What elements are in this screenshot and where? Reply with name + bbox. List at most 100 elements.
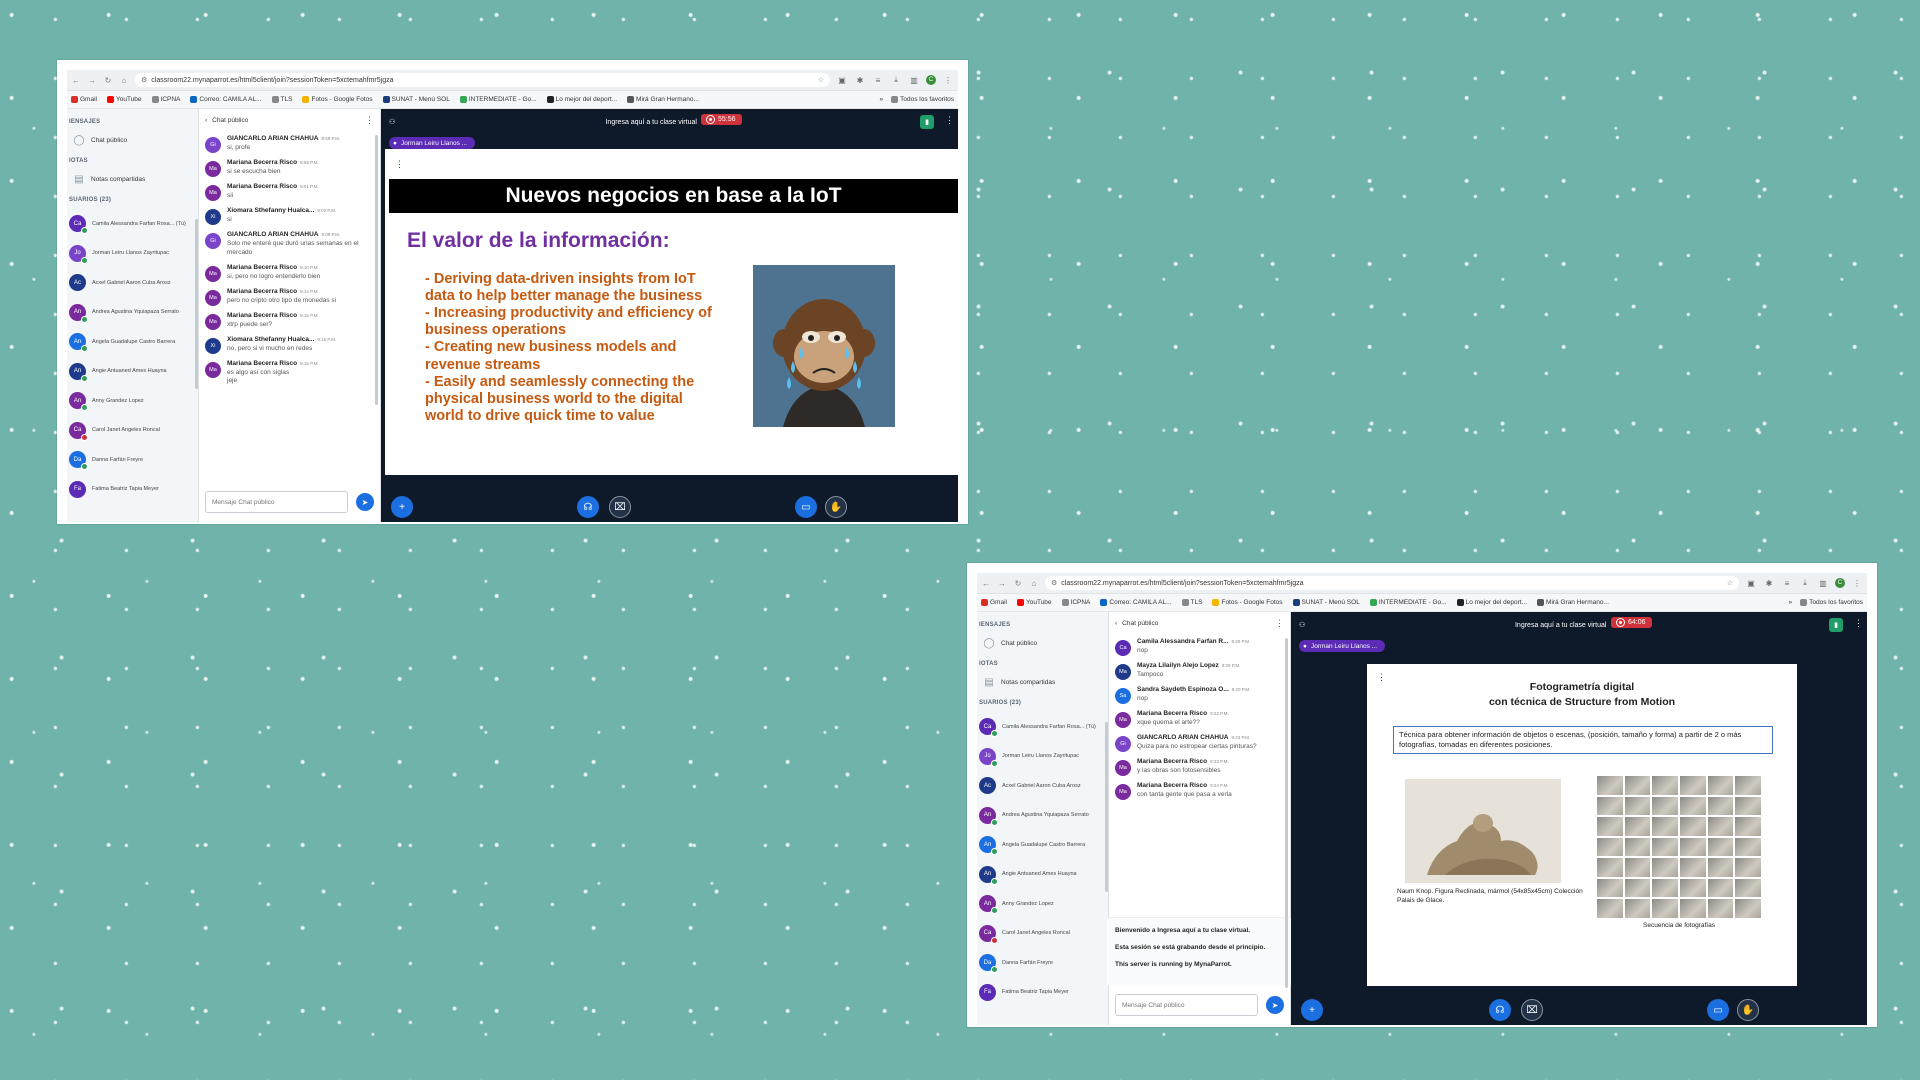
reload-icon[interactable]: ↻ bbox=[1013, 579, 1023, 588]
address-bar[interactable]: ⚙ classroom22.mynaparrot.es/html5client/… bbox=[135, 73, 830, 87]
bookmark-item[interactable]: Lo mejor del deport... bbox=[1456, 599, 1527, 606]
slide-menu-icon[interactable]: ⋮ bbox=[395, 159, 404, 170]
user-list-item[interactable]: An Angela Guadalupe Castro Barrera bbox=[67, 327, 198, 357]
user-list-item[interactable]: Ca Carol Janet Angeles Roncal bbox=[977, 919, 1108, 949]
forward-icon[interactable]: → bbox=[997, 579, 1007, 588]
chat-input[interactable]: Mensaje Chat público bbox=[205, 491, 348, 513]
forward-icon[interactable]: → bbox=[87, 76, 97, 85]
bookmark-item[interactable]: Gmail bbox=[981, 599, 1007, 606]
scrollbar[interactable] bbox=[195, 219, 198, 389]
extension-icon[interactable]: ▣ bbox=[836, 76, 848, 85]
user-list-item[interactable]: Fa Fatima Beatriz Tapia Meyer bbox=[67, 475, 198, 505]
user-list-item[interactable]: An Angie Antuaned Ames Huayna bbox=[977, 860, 1108, 890]
user-list-item[interactable]: Ca Camila Alessandra Farfan Rosa... (Tú) bbox=[67, 209, 198, 239]
raise-hand-button[interactable]: ✋ bbox=[1737, 999, 1759, 1021]
reload-icon[interactable]: ↻ bbox=[103, 76, 113, 85]
media-icon[interactable]: ≡ bbox=[872, 76, 884, 85]
bookmark-star-icon[interactable]: ☆ bbox=[1727, 579, 1733, 587]
bookmark-item[interactable]: Mirá Gran Hermano... bbox=[627, 96, 699, 103]
connection-icon[interactable]: ▮ bbox=[920, 115, 934, 129]
public-chat-item[interactable]: ◯ Chat público bbox=[67, 131, 198, 154]
extension-icon[interactable]: ▣ bbox=[1745, 579, 1757, 588]
chevron-left-icon[interactable]: ‹ bbox=[205, 117, 207, 124]
download-icon[interactable]: ⤓ bbox=[890, 75, 902, 85]
bookmark-item[interactable]: INTERMEDIATE - Go... bbox=[1369, 599, 1447, 606]
bookmark-item[interactable]: Lo mejor del deport... bbox=[546, 96, 617, 103]
more-options-icon[interactable]: ⋮ bbox=[1275, 618, 1284, 629]
actions-button[interactable]: + bbox=[391, 496, 413, 518]
user-icon[interactable]: ⚇ bbox=[389, 118, 395, 126]
media-icon[interactable]: ≡ bbox=[1781, 579, 1793, 588]
bookmark-star-icon[interactable]: ☆ bbox=[818, 76, 824, 84]
public-chat-item[interactable]: ◯ Chat público bbox=[977, 634, 1108, 657]
actions-button[interactable]: + bbox=[1301, 999, 1323, 1021]
user-list-item[interactable]: An Andrea Agustina Yquiapaza Serrato bbox=[977, 801, 1108, 831]
send-button[interactable]: ➤ bbox=[356, 493, 374, 511]
more-options-icon[interactable]: ⋮ bbox=[365, 115, 374, 126]
browser-menu-icon[interactable]: ⋮ bbox=[942, 76, 954, 85]
recording-indicator[interactable]: 55:56 bbox=[701, 114, 742, 125]
user-list-item[interactable]: Ca Carol Janet Angeles Roncal bbox=[67, 416, 198, 446]
user-list-item[interactable]: Da Danna Farfán Freyre bbox=[977, 948, 1108, 978]
user-list-item[interactable]: Jo Jorman Leiru Llanos Zayritupac bbox=[977, 742, 1108, 772]
user-icon[interactable]: ⚇ bbox=[1299, 621, 1305, 629]
address-bar[interactable]: ⚙ classroom22.mynaparrot.es/html5client/… bbox=[1045, 576, 1739, 590]
options-icon[interactable]: ⋮ bbox=[945, 115, 954, 126]
home-icon[interactable]: ⌂ bbox=[119, 76, 129, 85]
audio-button[interactable]: ☊ bbox=[577, 496, 599, 518]
user-list-item[interactable]: An Angela Guadalupe Castro Barrera bbox=[977, 830, 1108, 860]
bookmark-item[interactable]: INTERMEDIATE - Go... bbox=[459, 96, 537, 103]
user-list-item[interactable]: Ac Acxel Gabriel Aaron Cuba Arosz bbox=[977, 771, 1108, 801]
bookmark-item[interactable]: Fotos - Google Fotos bbox=[302, 96, 373, 103]
user-list-item[interactable]: An Anny Grandez Lopez bbox=[977, 889, 1108, 919]
bookmark-item[interactable]: Correo: CAMILA AL... bbox=[1100, 599, 1172, 606]
bookmark-item[interactable]: TLS bbox=[271, 96, 292, 103]
chevron-left-icon[interactable]: ‹ bbox=[1115, 620, 1117, 627]
bookmarks-overflow[interactable]: » bbox=[1789, 599, 1793, 606]
puzzle-icon[interactable]: ✱ bbox=[1763, 579, 1775, 588]
bookmark-item[interactable]: SUNAT - Menú SOL bbox=[1292, 599, 1360, 606]
site-info-icon[interactable]: ⚙ bbox=[1051, 579, 1057, 587]
audio-button[interactable]: ☊ bbox=[1489, 999, 1511, 1021]
presentation-button[interactable]: ▭ bbox=[795, 496, 817, 518]
user-list-item[interactable]: Ca Camila Alessandra Farfan Rosa... (Tú) bbox=[977, 712, 1108, 742]
options-icon[interactable]: ⋮ bbox=[1854, 618, 1863, 629]
bookmark-item[interactable]: ICPNA bbox=[1061, 599, 1090, 606]
scrollbar[interactable] bbox=[1105, 722, 1108, 892]
send-button[interactable]: ➤ bbox=[1266, 996, 1284, 1014]
raise-hand-button[interactable]: ✋ bbox=[825, 496, 847, 518]
user-list-item[interactable]: An Anny Grandez Lopez bbox=[67, 386, 198, 416]
bookmark-item[interactable]: Fotos - Google Fotos bbox=[1212, 599, 1283, 606]
presentation-button[interactable]: ▭ bbox=[1707, 999, 1729, 1021]
bookmark-item[interactable]: YouTube bbox=[106, 96, 142, 103]
recording-indicator[interactable]: 64:06 bbox=[1611, 617, 1652, 628]
back-icon[interactable]: ← bbox=[71, 76, 81, 85]
shared-notes-item[interactable]: ▤ Notas compartidas bbox=[67, 170, 198, 193]
bookmark-item[interactable]: YouTube bbox=[1016, 599, 1052, 606]
download-icon[interactable]: ⤓ bbox=[1799, 578, 1811, 588]
camera-button[interactable]: ⌧ bbox=[1521, 999, 1543, 1021]
split-icon[interactable]: ▥ bbox=[1817, 579, 1829, 588]
bookmark-item[interactable]: Mirá Gran Hermano... bbox=[1537, 599, 1609, 606]
all-bookmarks[interactable]: Todos los favoritos bbox=[1800, 599, 1863, 606]
user-list-item[interactable]: Jo Jorman Leiru Llanos Zayritupac bbox=[67, 239, 198, 269]
bookmarks-overflow[interactable]: » bbox=[880, 96, 884, 103]
user-list-item[interactable]: Da Danna Farfán Freyre bbox=[67, 445, 198, 475]
profile-avatar[interactable]: C bbox=[926, 75, 936, 85]
bookmark-item[interactable]: ICPNA bbox=[151, 96, 180, 103]
chat-input[interactable]: Mensaje Chat público bbox=[1115, 994, 1258, 1016]
bookmark-item[interactable]: TLS bbox=[1181, 599, 1202, 606]
site-info-icon[interactable]: ⚙ bbox=[141, 76, 147, 84]
user-list-item[interactable]: An Andrea Agustina Yquiapaza Serrato bbox=[67, 298, 198, 328]
connection-icon[interactable]: ▮ bbox=[1829, 618, 1843, 632]
scrollbar[interactable] bbox=[375, 135, 378, 405]
all-bookmarks[interactable]: Todos los favoritos bbox=[891, 96, 954, 103]
puzzle-icon[interactable]: ✱ bbox=[854, 76, 866, 85]
camera-button[interactable]: ⌧ bbox=[609, 496, 631, 518]
home-icon[interactable]: ⌂ bbox=[1029, 579, 1039, 588]
bookmark-item[interactable]: SUNAT - Menú SOL bbox=[382, 96, 450, 103]
back-icon[interactable]: ← bbox=[981, 579, 991, 588]
user-list-item[interactable]: Ac Acxel Gabriel Aaron Cuba Arosz bbox=[67, 268, 198, 298]
scrollbar[interactable] bbox=[1285, 638, 1288, 988]
bookmark-item[interactable]: Gmail bbox=[71, 96, 97, 103]
